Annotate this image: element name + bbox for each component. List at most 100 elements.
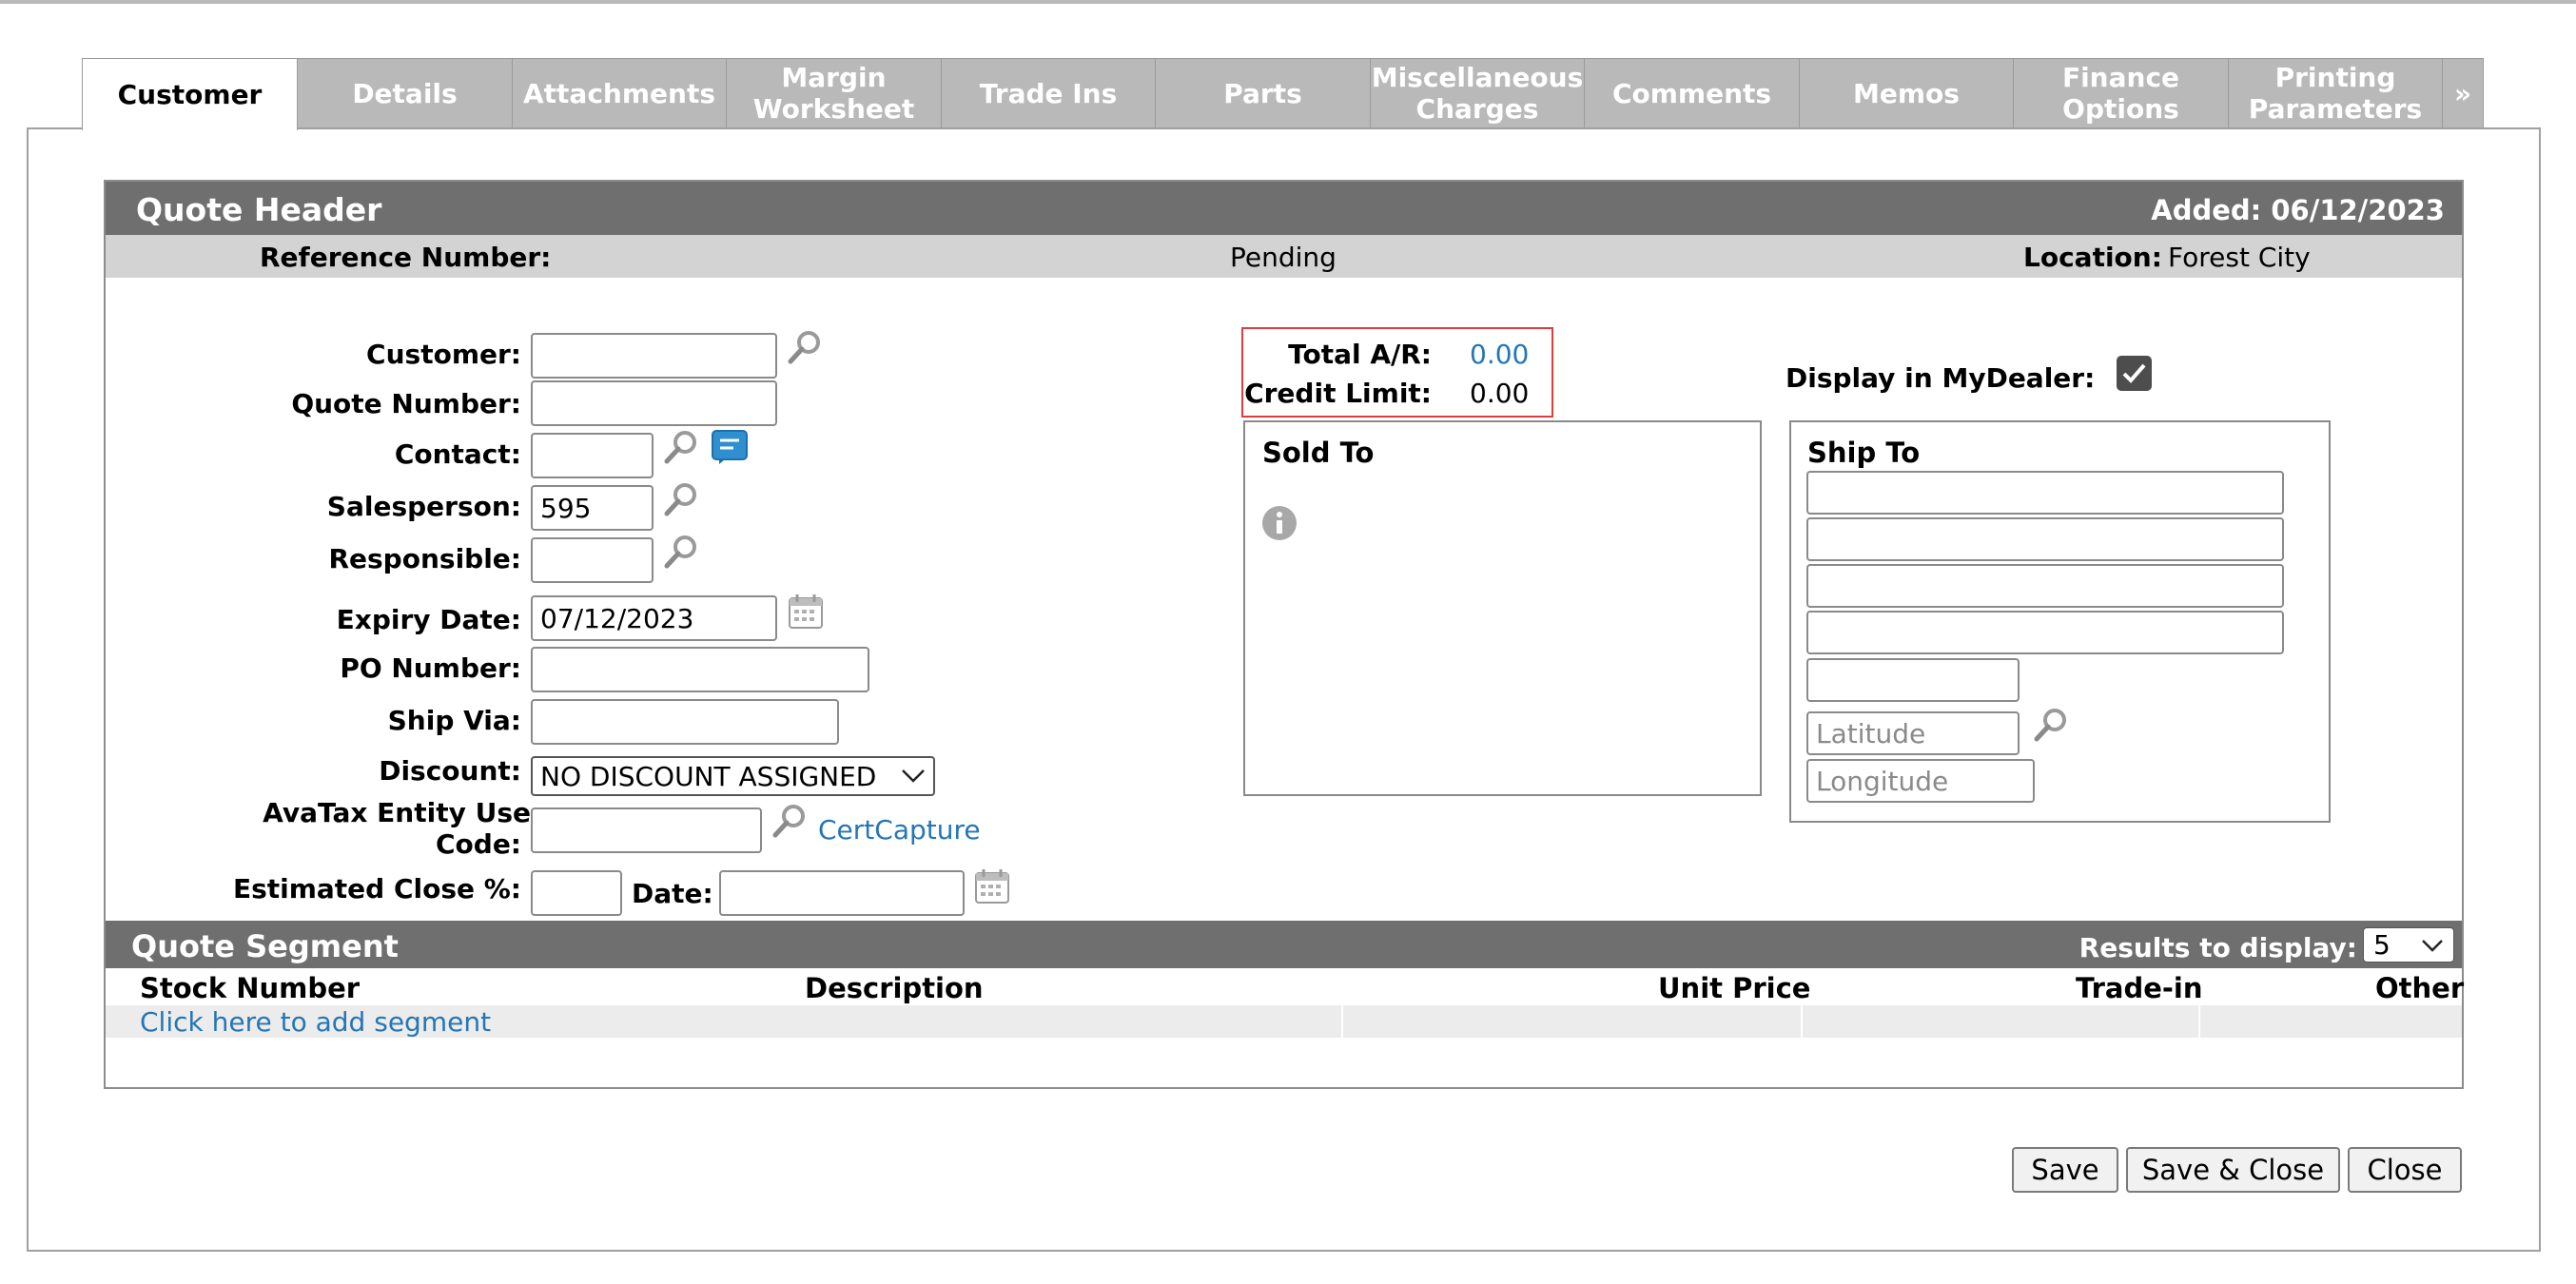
tab-label: Printing Parameters [2248,62,2423,125]
certcapture-link[interactable]: CertCapture [818,814,981,846]
po-number-input[interactable] [531,647,869,692]
tab-label: Parts [1223,77,1302,109]
segment-row: Click here to add segment [106,1005,2462,1038]
latitude-input[interactable] [1806,711,2020,755]
column-stock-number[interactable]: Stock Number [140,972,360,1004]
responsible-label: Responsible: [328,543,521,574]
add-segment-link[interactable]: Click here to add segment [140,1006,491,1038]
tab-margin-worksheet[interactable]: Margin Worksheet [727,58,942,128]
customer-label: Customer: [366,339,521,370]
close-button[interactable]: Close [2348,1147,2462,1193]
location-label: Location: [2023,242,2162,273]
avatax-search-icon[interactable] [771,802,809,840]
ship-via-label: Ship Via: [387,705,521,736]
ship-to-address-line-2[interactable] [1806,517,2284,561]
contact-search-icon[interactable] [662,428,700,466]
tab-trade-ins[interactable]: Trade Ins [942,58,1156,128]
estimated-close-label: Estimated Close %: [232,873,521,905]
checkmark-icon [2122,363,2146,383]
column-description[interactable]: Description [805,972,984,1004]
tab-printing-parameters[interactable]: Printing Parameters [2229,58,2443,128]
chevron-down-icon [902,769,925,783]
credit-limit-value: 0.00 [1470,378,1530,409]
contact-input[interactable] [531,433,654,478]
quote-header-bar: Quote Header Added: 06/12/2023 [106,182,2462,235]
ship-via-input[interactable] [531,699,839,745]
tab-customer[interactable]: Customer [82,58,298,130]
avatax-label-line1: AvaTax Entity Use [263,797,531,828]
sold-to-title: Sold To [1262,437,1375,469]
display-in-mydealer-label: Display in MyDealer: [1786,362,2096,394]
quote-number-label: Quote Number: [291,388,521,419]
column-divider [1341,1005,1343,1038]
tab-parts[interactable]: Parts [1156,58,1371,128]
responsible-input[interactable] [531,537,654,583]
longitude-input[interactable] [1806,759,2035,803]
tab-label: Details [352,77,458,109]
tab-comments[interactable]: Comments [1585,58,1800,128]
results-to-display-select[interactable]: 5 [2363,927,2454,963]
tab-more[interactable]: » [2443,58,2484,128]
results-selected-value: 5 [2373,929,2391,961]
save-and-close-button[interactable]: Save & Close [2126,1147,2340,1193]
tab-more-glyph: » [2453,77,2472,109]
expiry-date-input[interactable] [531,595,777,641]
quote-segment-header: Quote Segment Results to display: 5 [106,921,2462,968]
location-value: Forest City [2168,242,2311,273]
ship-to-title: Ship To [1807,437,1921,469]
quote-number-input[interactable] [531,380,777,426]
reference-number-label: Reference Number: [260,242,552,273]
tab-bar: Customer Details Attachments Margin Work… [82,58,2484,130]
ship-to-address-line-3[interactable] [1806,564,2284,608]
column-other[interactable]: Other [2375,972,2464,1004]
account-summary-box: Total A/R: 0.00 Credit Limit: 0.00 [1241,327,1553,418]
display-in-mydealer-checkbox[interactable] [2117,356,2152,391]
salesperson-search-icon[interactable] [662,480,700,518]
total-ar-label: Total A/R: [1288,339,1432,370]
save-button[interactable]: Save [2012,1147,2118,1193]
tab-label: Finance Options [2061,62,2180,125]
tab-label: Customer [117,79,263,110]
tab-memos[interactable]: Memos [1800,58,2014,128]
salesperson-input[interactable] [531,485,654,531]
tab-attachments[interactable]: Attachments [513,58,727,128]
discount-select[interactable]: NO DISCOUNT ASSIGNED [531,756,935,796]
tab-finance-options[interactable]: Finance Options [2014,58,2229,128]
tab-label: Attachments [522,77,715,109]
quote-segment-title: Quote Segment [131,928,399,964]
tab-label: Trade Ins [979,77,1118,109]
expiry-date-label: Expiry Date: [336,604,521,635]
quote-status: Pending [1230,242,1337,273]
window-top-border [0,0,2576,4]
chevron-down-icon [2422,939,2443,952]
column-divider [1801,1005,1803,1038]
tab-label: Margin Worksheet [752,62,915,125]
avatax-code-input[interactable] [531,807,762,853]
ship-to-postal-code[interactable] [1806,658,2020,702]
ship-to-address-line-1[interactable] [1806,471,2284,515]
customer-search-icon[interactable] [786,328,824,366]
info-icon[interactable] [1261,505,1298,541]
discount-label: Discount: [379,755,521,787]
discount-selected-value: NO DISCOUNT ASSIGNED [540,760,877,792]
tab-miscellaneous-charges[interactable]: Miscellaneous Charges [1371,58,1585,128]
sold-to-box: Sold To [1243,420,1762,796]
estimated-close-input[interactable] [531,870,622,916]
column-unit-price[interactable]: Unit Price [1658,972,1810,1004]
quote-header-title: Quote Header [136,191,382,228]
tab-label: Miscellaneous Charges [1371,62,1584,125]
close-date-calendar-icon[interactable] [974,868,1010,905]
ship-to-address-line-4[interactable] [1806,611,2284,654]
column-divider [2198,1005,2200,1038]
credit-limit-label: Credit Limit: [1244,378,1432,409]
expiry-calendar-icon[interactable] [788,593,824,630]
message-icon[interactable] [712,430,748,464]
customer-input[interactable] [531,333,777,379]
close-date-input[interactable] [719,870,965,916]
total-ar-value[interactable]: 0.00 [1470,339,1529,370]
column-trade-in[interactable]: Trade-in [2076,972,2203,1004]
tab-details[interactable]: Details [298,58,513,128]
avatax-label-line2: Code: [435,828,521,860]
salesperson-label: Salesperson: [326,491,521,522]
responsible-search-icon[interactable] [662,533,700,571]
